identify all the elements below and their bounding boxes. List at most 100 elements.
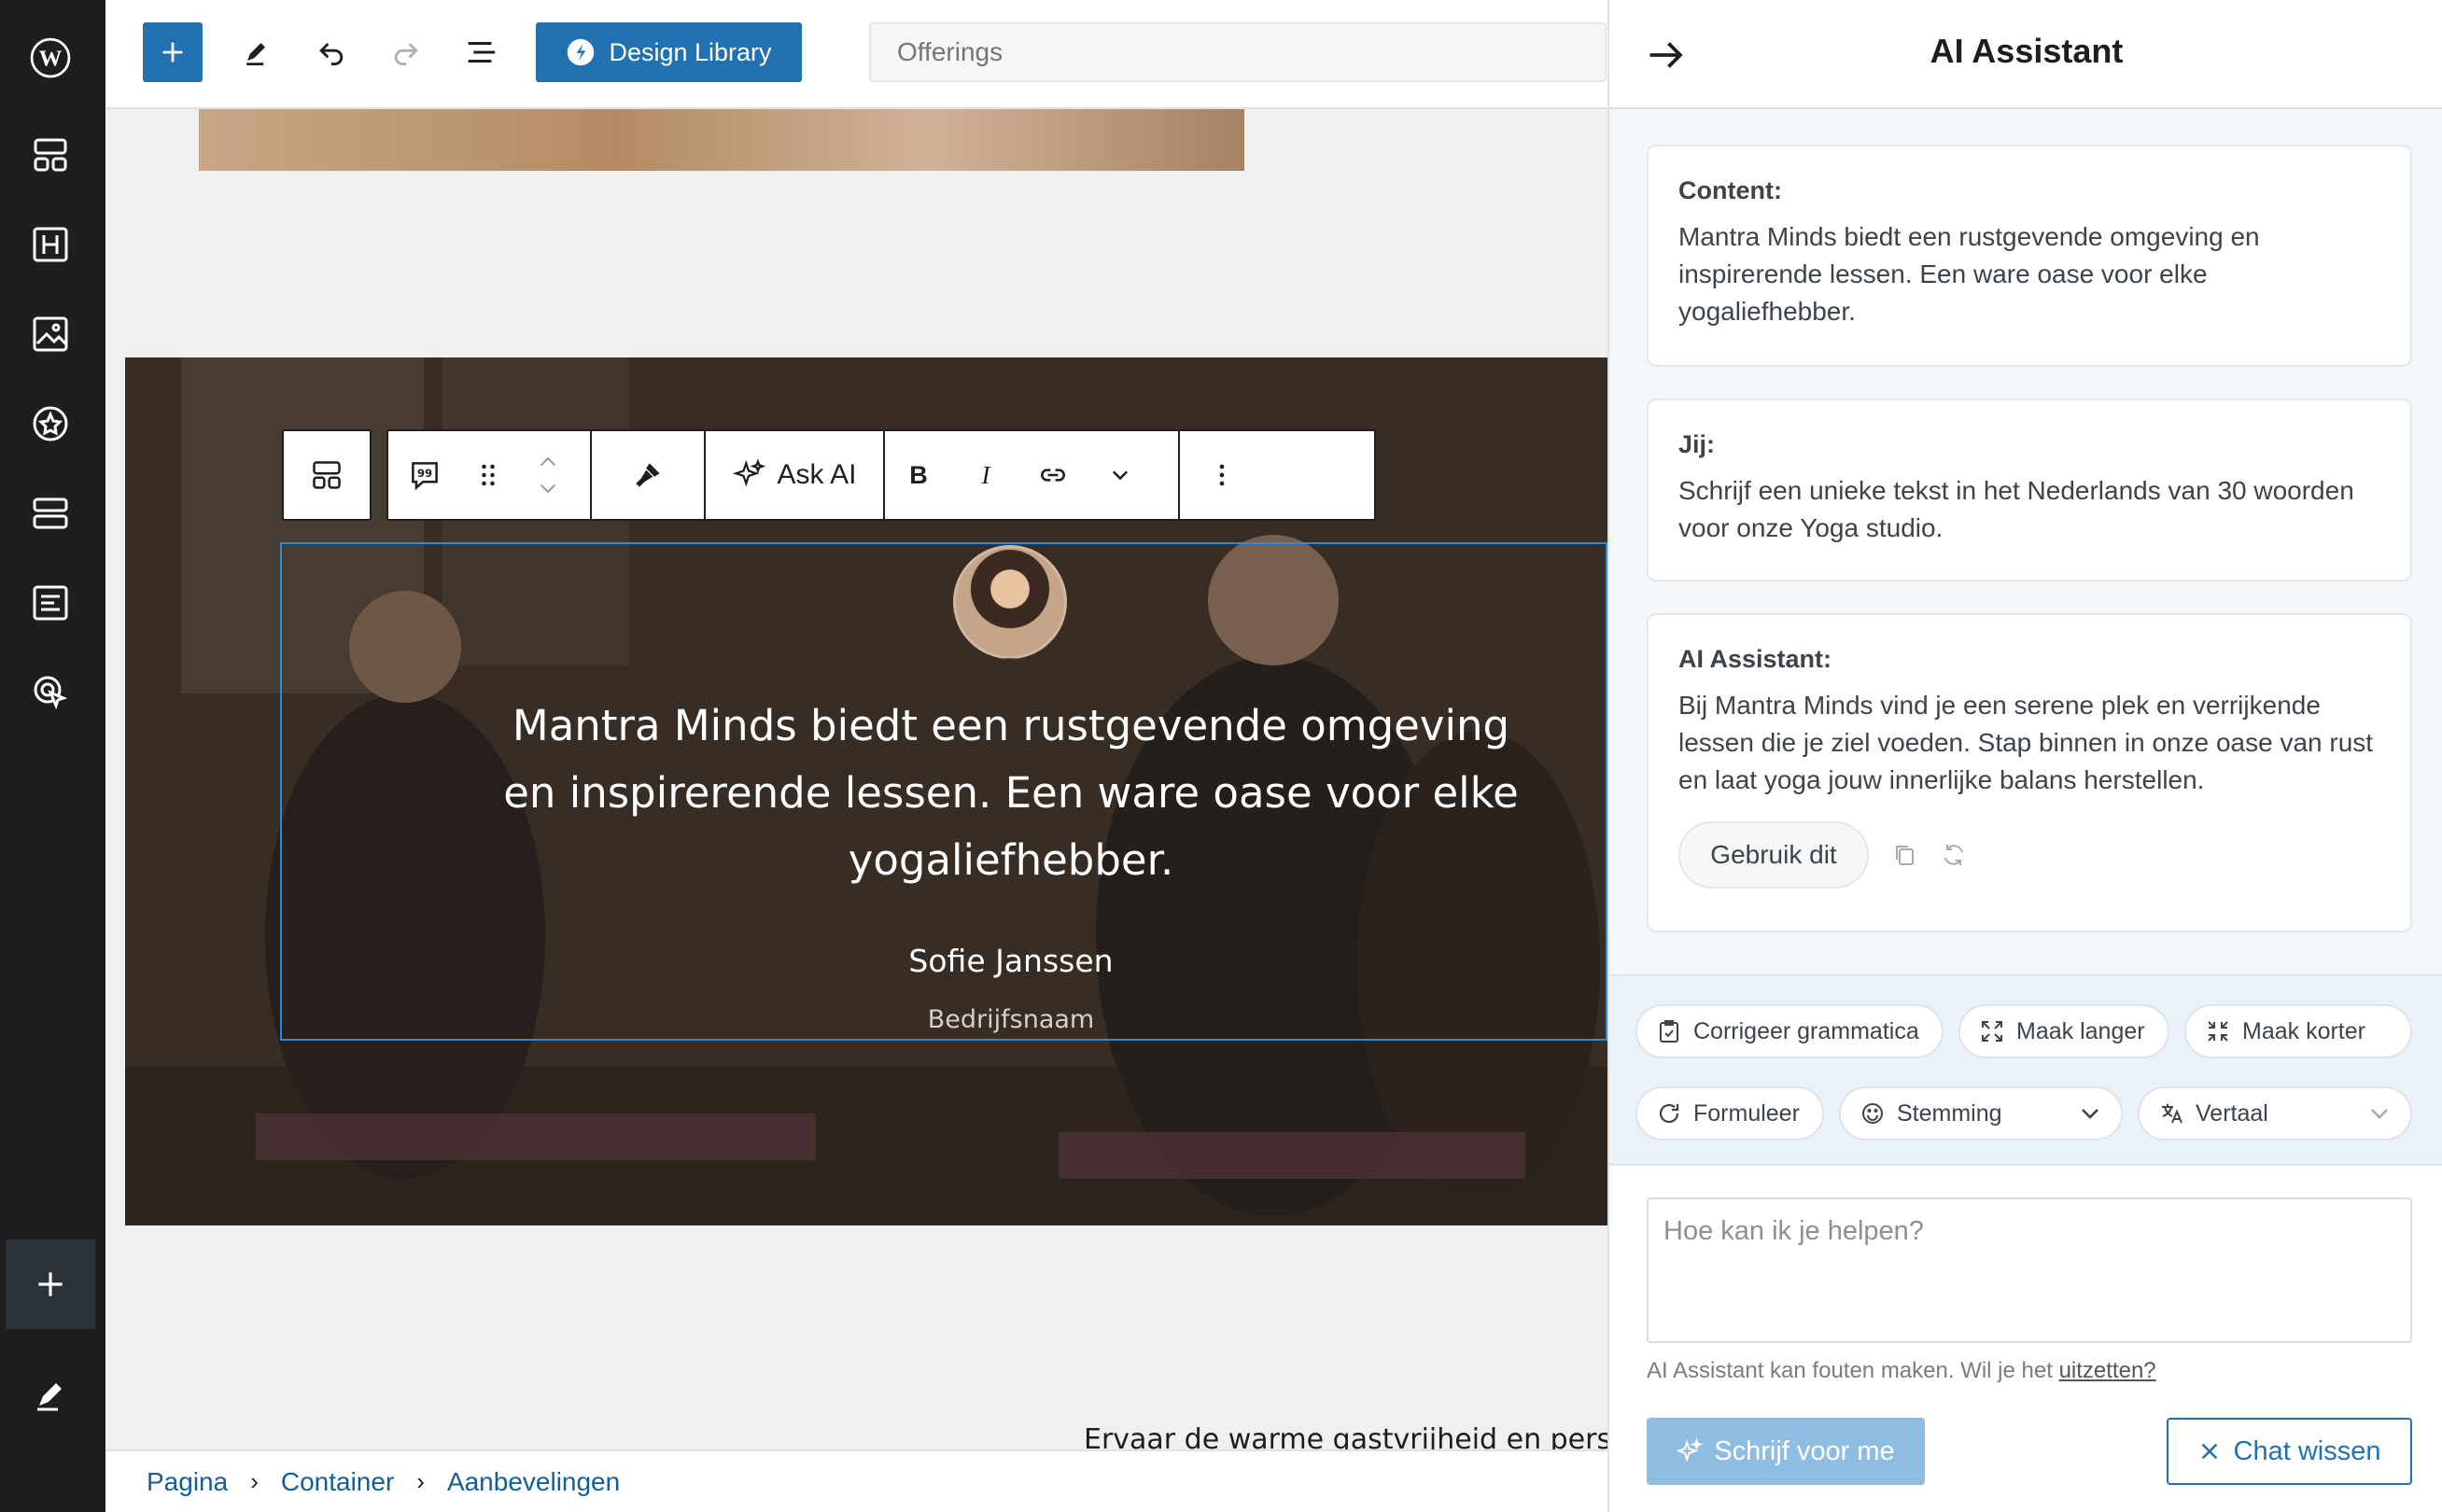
breadcrumb-item-aanbevelingen[interactable]: Aanbevelingen bbox=[447, 1467, 620, 1497]
plus-icon bbox=[38, 1272, 63, 1296]
svg-text:B: B bbox=[909, 461, 928, 489]
add-block-button[interactable] bbox=[143, 22, 203, 82]
ai-assistant-panel: AI Assistant Content: Mantra Minds biedt… bbox=[1607, 0, 2442, 1512]
wordpress-logo-icon[interactable]: W bbox=[21, 28, 80, 88]
tone-select[interactable]: Stemming bbox=[1839, 1086, 2123, 1141]
link-icon bbox=[1041, 469, 1065, 482]
block-options-button[interactable] bbox=[1180, 431, 1264, 519]
sparkles-icon bbox=[1677, 1438, 1704, 1463]
clear-chat-button[interactable]: Chat wissen bbox=[2167, 1418, 2412, 1485]
expand-icon bbox=[1982, 1021, 2002, 1042]
grammar-button[interactable]: Corrigeer grammatica bbox=[1635, 1004, 1944, 1058]
breadcrumb-item-pagina[interactable]: Pagina bbox=[147, 1467, 228, 1497]
make-shorter-button[interactable]: Maak korter bbox=[2184, 1004, 2412, 1058]
star-badge-icon[interactable] bbox=[26, 399, 75, 448]
disable-ai-link[interactable]: uitzetten? bbox=[2059, 1358, 2156, 1383]
prompt-input[interactable]: Hoe kan ik je helpen? bbox=[1647, 1197, 2412, 1343]
blocks-icon[interactable] bbox=[26, 131, 75, 179]
drag-handle-icon[interactable] bbox=[461, 431, 515, 519]
block-toolbar: 99 Ask AI B I bbox=[386, 429, 1376, 521]
write-for-me-button[interactable]: Schrijf voor me bbox=[1647, 1418, 1925, 1485]
translate-select[interactable]: Vertaal bbox=[2138, 1086, 2412, 1141]
document-overview-button[interactable] bbox=[451, 22, 511, 82]
avatar[interactable] bbox=[953, 545, 1067, 659]
rephrase-button[interactable]: Formuleer bbox=[1635, 1086, 1824, 1141]
more-formats-button[interactable] bbox=[1087, 431, 1154, 519]
testimonial-company[interactable]: Bedrijfsnaam bbox=[871, 1005, 1151, 1034]
message-label: Content: bbox=[1678, 176, 1782, 204]
make-shorter-label: Maak korter bbox=[2242, 1017, 2365, 1044]
use-this-button[interactable]: Gebruik dit bbox=[1678, 821, 1869, 889]
quote-block-icon[interactable]: 99 bbox=[388, 431, 461, 519]
close-icon bbox=[2201, 1443, 2217, 1460]
bold-button[interactable]: B bbox=[885, 431, 952, 519]
image-icon[interactable] bbox=[26, 310, 75, 358]
message-text: Bij Mantra Minds vind je een serene plek… bbox=[1678, 691, 2374, 794]
clipboard-check-icon bbox=[1660, 1020, 1678, 1043]
link-button[interactable] bbox=[1019, 431, 1087, 519]
write-for-me-label: Schrijf voor me bbox=[1714, 1435, 1895, 1466]
svg-text:W: W bbox=[39, 46, 63, 71]
smiley-icon bbox=[1862, 1103, 1883, 1124]
heading-icon[interactable] bbox=[26, 220, 75, 269]
undo-button[interactable] bbox=[302, 22, 361, 82]
block-toolbar-group-format: B I bbox=[885, 431, 1180, 519]
message-user: Jij: Schrijf een unieke tekst in het Ned… bbox=[1647, 399, 2412, 581]
stackable-logo-icon bbox=[568, 38, 595, 66]
make-longer-button[interactable]: Maak langer bbox=[1958, 1004, 2169, 1058]
section-text[interactable]: Ervaar de warme gastvrijheid en persoonl… bbox=[1084, 1423, 1607, 1449]
pencil-icon[interactable] bbox=[26, 1370, 75, 1419]
ask-ai-button[interactable]: Ask AI bbox=[706, 431, 885, 519]
refresh-icon bbox=[1659, 1103, 1679, 1124]
message-assistant: AI Assistant: Bij Mantra Minds vind je e… bbox=[1647, 613, 2412, 932]
chevron-up-icon[interactable] bbox=[534, 447, 562, 475]
regenerate-icon[interactable] bbox=[1940, 841, 1968, 869]
message-content: Content: Mantra Minds biedt een rustgeve… bbox=[1647, 145, 2412, 367]
clear-chat-label: Chat wissen bbox=[2233, 1435, 2381, 1466]
more-vertical-icon bbox=[1180, 431, 1264, 519]
ask-ai-label: Ask AI bbox=[777, 459, 857, 490]
svg-text:99: 99 bbox=[417, 467, 432, 480]
disclaimer-text: AI Assistant kan fouten maken. Wil je he… bbox=[1647, 1358, 2053, 1383]
collapse-icon bbox=[2208, 1021, 2228, 1042]
chat-messages: Content: Mantra Minds biedt een rustgeve… bbox=[1609, 109, 2442, 974]
translate-label: Vertaal bbox=[2196, 1099, 2268, 1127]
document-title[interactable]: Offerings bbox=[869, 22, 1607, 82]
form-icon[interactable] bbox=[26, 579, 75, 627]
wood-floor-image[interactable] bbox=[199, 109, 1244, 171]
translate-icon bbox=[2162, 1104, 2182, 1124]
editor-toolbar: Design Library Offerings bbox=[105, 0, 1607, 109]
testimonial-quote[interactable]: Mantra Minds biedt een rustgevende omgev… bbox=[498, 693, 1524, 894]
tone-label: Stemming bbox=[1897, 1099, 2002, 1127]
cursor-click-icon[interactable] bbox=[26, 668, 75, 717]
layout-rows-icon[interactable] bbox=[26, 489, 75, 538]
design-library-button[interactable]: Design Library bbox=[536, 22, 802, 82]
breadcrumb-item-container[interactable]: Container bbox=[281, 1467, 394, 1497]
make-longer-label: Maak langer bbox=[2016, 1017, 2145, 1044]
panel-title: AI Assistant bbox=[1930, 32, 2124, 70]
chevron-right-icon: › bbox=[250, 1467, 259, 1495]
redo-icon bbox=[394, 42, 418, 66]
message-label: AI Assistant: bbox=[1678, 645, 1832, 673]
paintbrush-icon[interactable] bbox=[592, 431, 704, 519]
message-label: Jij: bbox=[1678, 430, 1716, 458]
chevron-right-icon: › bbox=[416, 1467, 425, 1495]
redo-button[interactable] bbox=[376, 22, 436, 82]
chevron-down-icon bbox=[2082, 1109, 2098, 1119]
chevron-down-icon[interactable] bbox=[534, 475, 562, 503]
move-up-down-buttons[interactable] bbox=[515, 431, 581, 519]
svg-text:I: I bbox=[981, 461, 992, 489]
copy-icon[interactable] bbox=[1891, 841, 1919, 869]
panel-header: AI Assistant bbox=[1609, 0, 2442, 109]
sidebar-add-button[interactable] bbox=[6, 1239, 95, 1329]
sparkles-icon bbox=[733, 458, 766, 487]
block-toolbar-group-type: 99 bbox=[388, 431, 592, 519]
italic-button[interactable]: I bbox=[952, 431, 1019, 519]
testimonial-author-name[interactable]: Sofie Janssen bbox=[871, 943, 1151, 979]
editor-canvas: Mantra Minds biedt een rustgevende omgev… bbox=[105, 109, 1607, 1449]
select-parent-block-button[interactable] bbox=[282, 429, 372, 521]
quick-actions: Corrigeer grammatica Maak langer Maak ko… bbox=[1609, 974, 2442, 1166]
editor-sidebar: W bbox=[0, 0, 105, 1512]
edit-mode-button[interactable] bbox=[227, 22, 287, 82]
block-toolbar-group-style bbox=[592, 431, 706, 519]
